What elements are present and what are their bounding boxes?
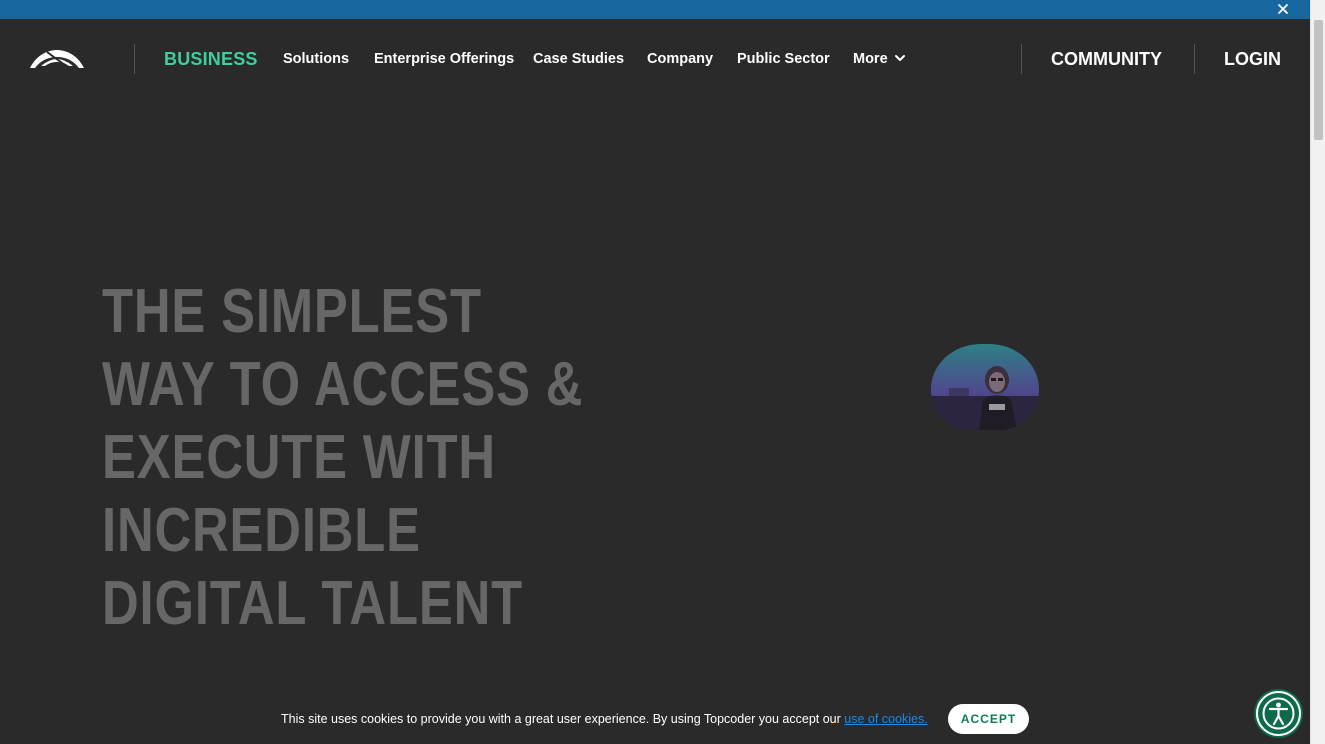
hero-line: WAY TO ACCESS & [102,350,584,419]
cookie-consent-bar: This site uses cookies to provide you wi… [0,698,1310,744]
main-navigation: BUSINESS Solutions Enterprise Offerings … [0,19,1310,99]
hero-member-photo [931,344,1039,430]
hero-line: INCREDIBLE [102,496,421,565]
close-icon[interactable] [1276,2,1290,16]
nav-business[interactable]: BUSINESS [164,49,258,70]
nav-divider [134,44,135,74]
scrollbar-thumb[interactable] [1314,20,1323,140]
page-scrollbar[interactable] [1310,0,1325,744]
hero-line: EXECUTE WITH [102,423,496,492]
accessibility-icon [1262,697,1295,730]
accept-cookies-button[interactable]: ACCEPT [948,704,1029,734]
hero-line: DIGITAL TALENT [102,569,523,638]
nav-divider [1021,44,1022,74]
nav-case-studies[interactable]: Case Studies [533,51,624,67]
top-banner [0,0,1310,19]
chevron-down-icon[interactable] [894,52,906,64]
nav-company[interactable]: Company [647,51,713,67]
hero-line: THE SIMPLEST [102,277,482,346]
cookie-policy-link[interactable]: use of cookies. [844,712,927,726]
nav-public-sector[interactable]: Public Sector [737,51,830,67]
nav-login[interactable]: LOGIN [1224,49,1281,70]
person-photo-icon [931,366,1039,430]
nav-enterprise-offerings[interactable]: Enterprise Offerings [374,51,514,67]
nav-solutions[interactable]: Solutions [283,51,349,67]
nav-community[interactable]: COMMUNITY [1051,49,1162,70]
nav-divider [1194,44,1195,74]
topcoder-logo-icon[interactable] [29,48,85,70]
cookie-message: This site uses cookies to provide you wi… [281,712,928,726]
nav-more[interactable]: More [853,51,888,67]
cookie-text: This site uses cookies to provide you wi… [281,712,845,726]
accessibility-button[interactable] [1256,691,1301,736]
